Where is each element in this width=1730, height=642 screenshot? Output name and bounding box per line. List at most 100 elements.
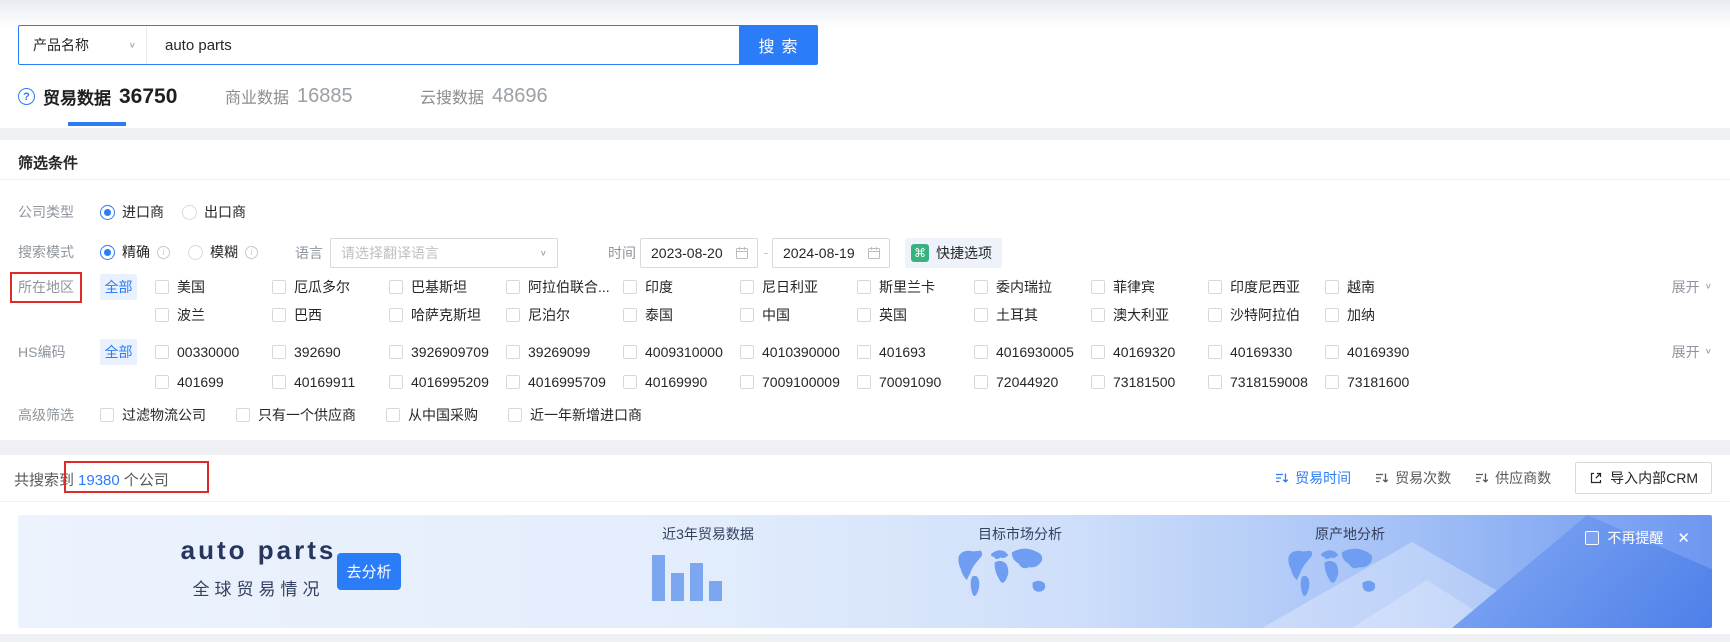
hs-checkbox-item[interactable]: 73181500: [1091, 374, 1208, 390]
hs-checkbox-item[interactable]: 73181600: [1325, 374, 1442, 390]
close-icon[interactable]: ✕: [1677, 529, 1690, 547]
region-checkbox-item[interactable]: 阿拉伯联合...: [506, 277, 623, 297]
checkbox[interactable]: [974, 280, 988, 294]
date-start-input[interactable]: 2023-08-20: [640, 238, 758, 268]
checkbox[interactable]: [386, 408, 400, 422]
checkbox[interactable]: [272, 345, 286, 359]
hs-checkbox-item[interactable]: 401693: [857, 344, 974, 360]
checkbox[interactable]: [272, 375, 286, 389]
checkbox[interactable]: [272, 280, 286, 294]
checkbox[interactable]: [857, 308, 871, 322]
checkbox[interactable]: [1325, 308, 1339, 322]
radio-off-icon[interactable]: [188, 244, 203, 260]
checkbox[interactable]: [1208, 375, 1222, 389]
checkbox[interactable]: [506, 375, 520, 389]
date-end-input[interactable]: 2024-08-19: [772, 238, 890, 268]
checkbox[interactable]: [623, 280, 637, 294]
quick-options-button[interactable]: ⌘ 快捷选项: [905, 238, 1002, 268]
checkbox[interactable]: [389, 375, 403, 389]
region-checkbox-item[interactable]: 中国: [740, 305, 857, 325]
checkbox[interactable]: [1325, 280, 1339, 294]
region-checkbox-item[interactable]: 哈萨克斯坦: [389, 305, 506, 325]
region-checkbox-item[interactable]: 巴基斯坦: [389, 277, 506, 297]
checkbox[interactable]: [100, 408, 114, 422]
hs-checkbox-item[interactable]: 40169390: [1325, 344, 1442, 360]
hs-checkbox-item[interactable]: 392690: [272, 344, 389, 360]
checkbox[interactable]: [740, 345, 754, 359]
checkbox[interactable]: [389, 280, 403, 294]
region-checkbox-item[interactable]: 美国: [155, 277, 272, 297]
hs-checkbox-item[interactable]: 4016930005: [974, 344, 1091, 360]
region-checkbox-item[interactable]: 巴西: [272, 305, 389, 325]
region-checkbox-item[interactable]: 土耳其: [974, 305, 1091, 325]
checkbox[interactable]: [1208, 308, 1222, 322]
search-input[interactable]: [147, 26, 739, 64]
sort-supplier-count[interactable]: 供应商数: [1475, 468, 1551, 488]
hs-checkbox-item[interactable]: 00330000: [155, 344, 272, 360]
hs-checkbox-item[interactable]: 40169330: [1208, 344, 1325, 360]
region-checkbox-item[interactable]: 尼泊尔: [506, 305, 623, 325]
dismiss-checkbox[interactable]: [1585, 531, 1600, 545]
region-checkbox-item[interactable]: 尼日利亚: [740, 277, 857, 297]
checkbox[interactable]: [1325, 345, 1339, 359]
hs-checkbox-item[interactable]: 7318159008: [1208, 374, 1325, 390]
radio-on-icon[interactable]: [100, 204, 115, 220]
checkbox[interactable]: [506, 308, 520, 322]
checkbox[interactable]: [155, 345, 169, 359]
checkbox[interactable]: [389, 345, 403, 359]
checkbox[interactable]: [508, 408, 522, 422]
checkbox[interactable]: [1091, 345, 1105, 359]
hs-checkbox-item[interactable]: 40169990: [623, 374, 740, 390]
checkbox[interactable]: [155, 375, 169, 389]
region-checkbox-item[interactable]: 厄瓜多尔: [272, 277, 389, 297]
checkbox[interactable]: [857, 280, 871, 294]
import-crm-button[interactable]: 导入内部CRM: [1575, 462, 1712, 494]
hs-checkbox-item[interactable]: 70091090: [857, 374, 974, 390]
checkbox[interactable]: [857, 375, 871, 389]
tab-trade-data[interactable]: ? 贸易数据 36750: [18, 84, 177, 109]
hs-checkbox-item[interactable]: 401699: [155, 374, 272, 390]
hs-checkbox-item[interactable]: 39269099: [506, 344, 623, 360]
tab-business-data[interactable]: 商业数据 16885: [225, 84, 353, 108]
hs-checkbox-item[interactable]: 40169320: [1091, 344, 1208, 360]
checkbox[interactable]: [1208, 280, 1222, 294]
checkbox[interactable]: [506, 280, 520, 294]
region-checkbox-item[interactable]: 印度: [623, 277, 740, 297]
region-checkbox-item[interactable]: 委内瑞拉: [974, 277, 1091, 297]
sort-trade-count[interactable]: 贸易次数: [1375, 468, 1451, 488]
info-icon[interactable]: i: [245, 245, 258, 259]
advanced-checkbox-item[interactable]: 只有一个供应商: [236, 405, 356, 425]
region-checkbox-item[interactable]: 波兰: [155, 305, 272, 325]
region-checkbox-item[interactable]: 泰国: [623, 305, 740, 325]
checkbox[interactable]: [740, 375, 754, 389]
checkbox[interactable]: [155, 280, 169, 294]
sort-trade-time[interactable]: 贸易时间: [1275, 468, 1351, 488]
region-checkbox-item[interactable]: 斯里兰卡: [857, 277, 974, 297]
region-checkbox-item[interactable]: 英国: [857, 305, 974, 325]
checkbox[interactable]: [974, 345, 988, 359]
hs-expand-link[interactable]: 展开 ∨: [1672, 338, 1712, 366]
checkbox[interactable]: [155, 308, 169, 322]
language-select[interactable]: 请选择翻译语言 ∨: [330, 238, 558, 268]
checkbox[interactable]: [1325, 375, 1339, 389]
hs-checkbox-item[interactable]: 4009310000: [623, 344, 740, 360]
checkbox[interactable]: [1091, 375, 1105, 389]
search-button[interactable]: 搜索: [739, 26, 817, 64]
checkbox[interactable]: [740, 280, 754, 294]
checkbox[interactable]: [623, 375, 637, 389]
search-category-dropdown[interactable]: 产品名称 ∨: [19, 26, 147, 64]
checkbox[interactable]: [1091, 308, 1105, 322]
checkbox[interactable]: [1091, 280, 1105, 294]
region-checkbox-item[interactable]: 菲律宾: [1091, 277, 1208, 297]
checkbox[interactable]: [236, 408, 250, 422]
checkbox[interactable]: [1208, 345, 1222, 359]
checkbox[interactable]: [389, 308, 403, 322]
radio-off-icon[interactable]: [182, 204, 197, 220]
region-checkbox-item[interactable]: 印度尼西亚: [1208, 277, 1325, 297]
checkbox[interactable]: [857, 345, 871, 359]
info-icon[interactable]: i: [157, 245, 170, 259]
hs-all-button[interactable]: 全部: [100, 339, 137, 365]
radio-on-icon[interactable]: [100, 244, 115, 260]
region-checkbox-item[interactable]: 加纳: [1325, 305, 1442, 325]
checkbox[interactable]: [623, 345, 637, 359]
